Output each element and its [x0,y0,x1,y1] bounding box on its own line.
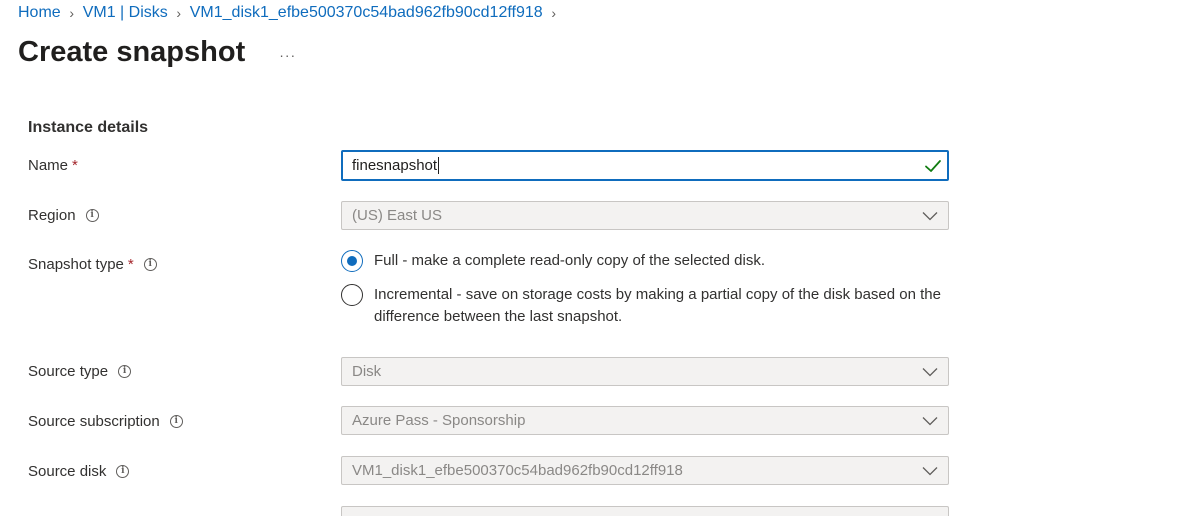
create-snapshot-page: Home › VM1 | Disks › VM1_disk1_efbe50037… [0,0,1189,516]
title-row: Create snapshot ··· [18,36,300,69]
name-input-value[interactable]: finesnapshot [343,157,923,175]
checkmark-icon [925,159,941,172]
info-icon[interactable]: i [116,465,130,478]
source-disk-label: Source disk [28,463,107,480]
chevron-down-icon [922,211,938,220]
source-disk-dropdown[interactable]: VM1_disk1_efbe500370c54bad962fb90cd12ff9… [341,456,949,485]
required-asterisk: * [72,157,78,174]
chevron-down-icon [922,416,938,425]
source-disk-label-row: Source disk i [28,463,130,480]
name-input[interactable]: finesnapshot [341,150,949,181]
chevron-right-icon: › [551,5,556,21]
chevron-right-icon: › [69,5,75,21]
source-type-dropdown[interactable]: Disk [341,357,949,386]
name-label-row: Name * [28,157,78,174]
source-disk-dropdown-value: VM1_disk1_efbe500370c54bad962fb90cd12ff9… [352,462,683,479]
chevron-down-icon [922,466,938,475]
snapshot-type-option-full[interactable]: Full - make a complete read-only copy of… [341,250,944,272]
more-options-button[interactable]: ··· [275,45,300,65]
breadcrumb: Home › VM1 | Disks › VM1_disk1_efbe50037… [18,4,565,22]
breadcrumb-vm-disks-link[interactable]: VM1 | Disks [83,4,168,22]
radio-full[interactable] [341,250,363,272]
source-subscription-label: Source subscription [28,413,160,430]
info-icon[interactable]: i [143,258,157,271]
chevron-down-icon [922,367,938,376]
text-caret [438,157,440,175]
source-subscription-dropdown[interactable]: Azure Pass - Sponsorship [341,406,949,435]
radio-full-label[interactable]: Full - make a complete read-only copy of… [374,250,944,272]
breadcrumb-home-link[interactable]: Home [18,4,61,22]
next-field-dropdown-partial[interactable] [341,506,949,516]
name-label: Name [28,157,69,174]
snapshot-type-label-row: Snapshot type * i [28,256,157,273]
source-type-label: Source type [28,363,109,380]
region-label-row: Region i [28,207,99,224]
snapshot-type-option-incremental[interactable]: Incremental - save on storage costs by m… [341,284,944,328]
required-asterisk: * [127,256,134,273]
source-type-label-row: Source type i [28,363,132,380]
section-title-instance-details: Instance details [28,119,149,136]
info-icon[interactable]: i [169,415,183,428]
region-dropdown-value: (US) East US [352,207,443,224]
source-type-dropdown-value: Disk [352,363,382,380]
chevron-right-icon: › [176,5,182,21]
page-title: Create snapshot [18,36,246,68]
region-dropdown[interactable]: (US) East US [341,201,949,230]
region-label: Region [28,207,76,224]
breadcrumb-disk-link[interactable]: VM1_disk1_efbe500370c54bad962fb90cd12ff9… [190,4,543,22]
info-icon[interactable]: i [118,365,132,378]
info-icon[interactable]: i [85,209,99,222]
snapshot-type-label: Snapshot type [28,256,124,273]
radio-incremental[interactable] [341,284,363,306]
radio-incremental-label[interactable]: Incremental - save on storage costs by m… [374,284,944,328]
source-subscription-dropdown-value: Azure Pass - Sponsorship [352,412,526,429]
source-subscription-label-row: Source subscription i [28,413,183,430]
